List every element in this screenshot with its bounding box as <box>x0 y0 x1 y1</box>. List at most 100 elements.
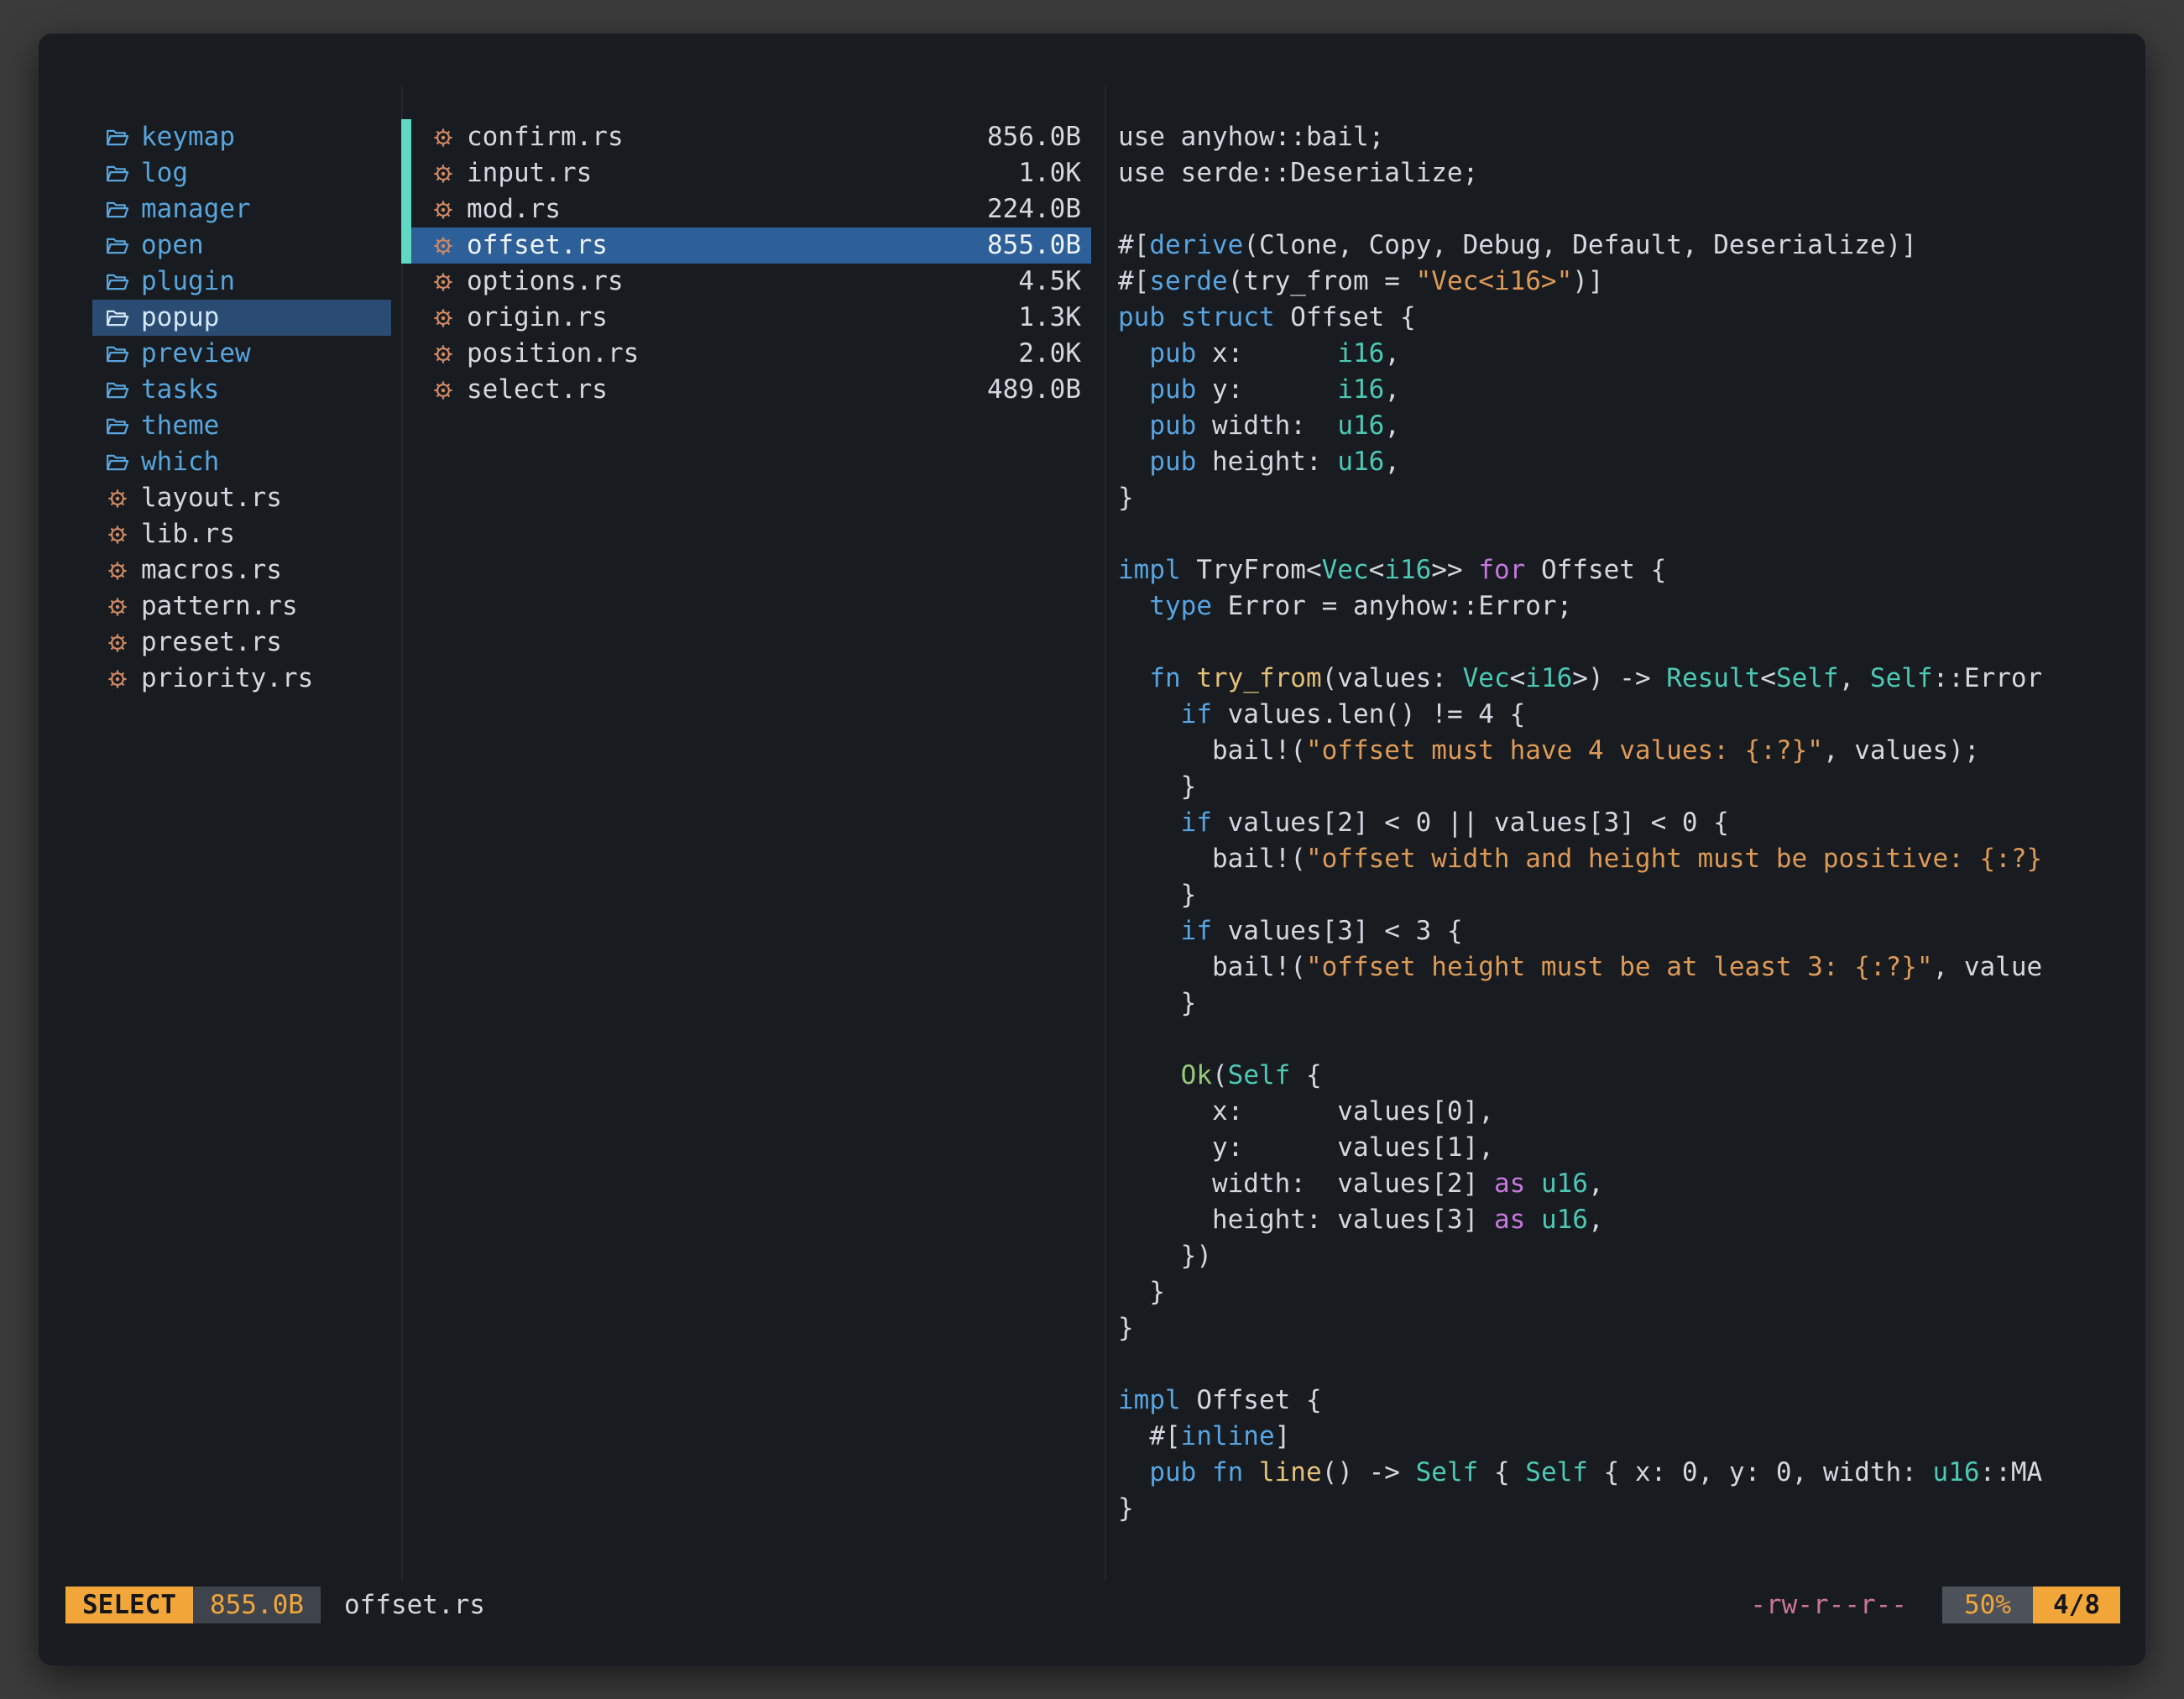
parent-list-item[interactable]: popup <box>92 300 391 336</box>
file-list-item[interactable]: position.rs 2.0K <box>401 336 1091 372</box>
code-line: pub y: i16, <box>1118 372 2132 408</box>
code-line: } <box>1118 1491 2132 1527</box>
parent-list-item[interactable]: which <box>92 444 391 480</box>
file-list-item[interactable]: origin.rs 1.3K <box>401 300 1091 336</box>
current-directory-pane[interactable]: confirm.rs 856.0B input.rs 1.0K <box>401 119 1091 408</box>
entry-name: keymap <box>141 119 235 155</box>
code-line <box>1118 1022 2132 1058</box>
rust-file-icon <box>430 305 457 332</box>
entry-name: macros.rs <box>141 552 282 588</box>
entry-name: theme <box>141 408 219 444</box>
code-line: bail!("offset must have 4 values: {:?}",… <box>1118 733 2132 769</box>
rust-file-icon <box>104 666 131 693</box>
file-size: 224.0B <box>987 191 1081 227</box>
code-line: pub x: i16, <box>1118 336 2132 372</box>
parent-list-item[interactable]: pattern.rs <box>92 588 391 625</box>
parent-list-item[interactable]: macros.rs <box>92 552 391 588</box>
selection-marker <box>401 336 411 372</box>
file-size: 856.0B <box>987 119 1081 155</box>
file-manager-window: keymap log <box>39 34 2145 1665</box>
cursor-position-badge: 4/8 <box>2033 1587 2120 1623</box>
entry-name: popup <box>141 300 219 336</box>
status-bar: SELECT 855.0B offset.rs -rw-r--r-- 50% 4… <box>39 1587 2145 1623</box>
code-line: use anyhow::bail; <box>1118 119 2132 155</box>
file-row-body: offset.rs 855.0B <box>411 227 1091 264</box>
file-size: 855.0B <box>987 227 1081 264</box>
entry-name: lib.rs <box>141 516 235 552</box>
parent-list-item[interactable]: preview <box>92 336 391 372</box>
rust-file-icon <box>430 196 457 223</box>
selection-marker <box>401 119 411 155</box>
file-size: 489.0B <box>987 372 1081 408</box>
code-line: #[inline] <box>1118 1419 2132 1455</box>
parent-list-item[interactable]: layout.rs <box>92 480 391 516</box>
file-list-item[interactable]: input.rs 1.0K <box>401 155 1091 191</box>
parent-list-item[interactable]: keymap <box>92 119 391 155</box>
code-line: Ok(Self { <box>1118 1058 2132 1094</box>
parent-directory-pane[interactable]: keymap log <box>92 119 391 697</box>
folder-open-icon <box>104 196 131 223</box>
parent-list-item[interactable]: plugin <box>92 264 391 300</box>
code-line: y: values[1], <box>1118 1130 2132 1166</box>
entry-name: priority.rs <box>141 661 313 697</box>
code-line: x: values[0], <box>1118 1094 2132 1130</box>
file-name: options.rs <box>467 264 624 300</box>
code-line: pub width: u16, <box>1118 408 2132 444</box>
file-list-item[interactable]: options.rs 4.5K <box>401 264 1091 300</box>
file-list-item[interactable]: confirm.rs 856.0B <box>401 119 1091 155</box>
code-line: height: values[3] as u16, <box>1118 1202 2132 1238</box>
pane-separator-right <box>1105 86 1106 1580</box>
file-name: confirm.rs <box>467 119 624 155</box>
rust-file-icon <box>430 269 457 295</box>
selection-marker <box>401 372 411 408</box>
code-line <box>1118 191 2132 227</box>
parent-list-item[interactable]: manager <box>92 191 391 227</box>
code-line: }) <box>1118 1238 2132 1274</box>
file-permissions: -rw-r--r-- <box>1750 1590 1907 1620</box>
file-list-item[interactable]: select.rs 489.0B <box>401 372 1091 408</box>
file-name: origin.rs <box>467 300 608 336</box>
file-name: offset.rs <box>467 227 608 264</box>
entry-name: which <box>141 444 219 480</box>
code-line: if values[3] < 3 { <box>1118 913 2132 949</box>
parent-list-item[interactable]: log <box>92 155 391 191</box>
parent-list-item[interactable]: preset.rs <box>92 625 391 661</box>
folder-open-icon <box>104 377 131 404</box>
folder-open-icon <box>104 413 131 440</box>
parent-list-item[interactable]: open <box>92 227 391 264</box>
file-size: 1.0K <box>1018 155 1081 191</box>
mode-badge: SELECT <box>65 1587 193 1623</box>
code-line: #[derive(Clone, Copy, Debug, Default, De… <box>1118 227 2132 264</box>
code-line: if values[2] < 0 || values[3] < 0 { <box>1118 805 2132 841</box>
rust-file-icon <box>430 124 457 151</box>
folder-open-icon <box>104 269 131 295</box>
entry-name: open <box>141 227 204 264</box>
file-list-item[interactable]: offset.rs 855.0B <box>401 227 1091 264</box>
code-line: } <box>1118 985 2132 1022</box>
code-line <box>1118 1346 2132 1383</box>
code-line: } <box>1118 1310 2132 1346</box>
code-preview[interactable]: use anyhow::bail;use serde::Deserialize;… <box>1118 119 2132 1585</box>
parent-list-item[interactable]: priority.rs <box>92 661 391 697</box>
folder-open-icon <box>104 233 131 259</box>
parent-list-item[interactable]: tasks <box>92 372 391 408</box>
file-row-body: select.rs 489.0B <box>411 372 1091 408</box>
file-list-item[interactable]: mod.rs 224.0B <box>401 191 1091 227</box>
file-row-body: input.rs 1.0K <box>411 155 1091 191</box>
status-right-group: -rw-r--r-- 50% 4/8 <box>1750 1587 2120 1623</box>
parent-list-item[interactable]: theme <box>92 408 391 444</box>
file-size-badge: 855.0B <box>193 1587 321 1623</box>
file-row-body: position.rs 2.0K <box>411 336 1091 372</box>
file-name: input.rs <box>467 155 592 191</box>
selection-marker <box>401 227 411 264</box>
file-row-body: origin.rs 1.3K <box>411 300 1091 336</box>
status-file-name: offset.rs <box>344 1590 485 1620</box>
parent-list-item[interactable]: lib.rs <box>92 516 391 552</box>
code-line: } <box>1118 1274 2132 1310</box>
entry-name: manager <box>141 191 251 227</box>
rust-file-icon <box>104 557 131 584</box>
code-line: pub fn line() -> Self { Self { x: 0, y: … <box>1118 1455 2132 1491</box>
entry-name: pattern.rs <box>141 588 298 625</box>
file-name: position.rs <box>467 336 639 372</box>
selection-marker <box>401 191 411 227</box>
